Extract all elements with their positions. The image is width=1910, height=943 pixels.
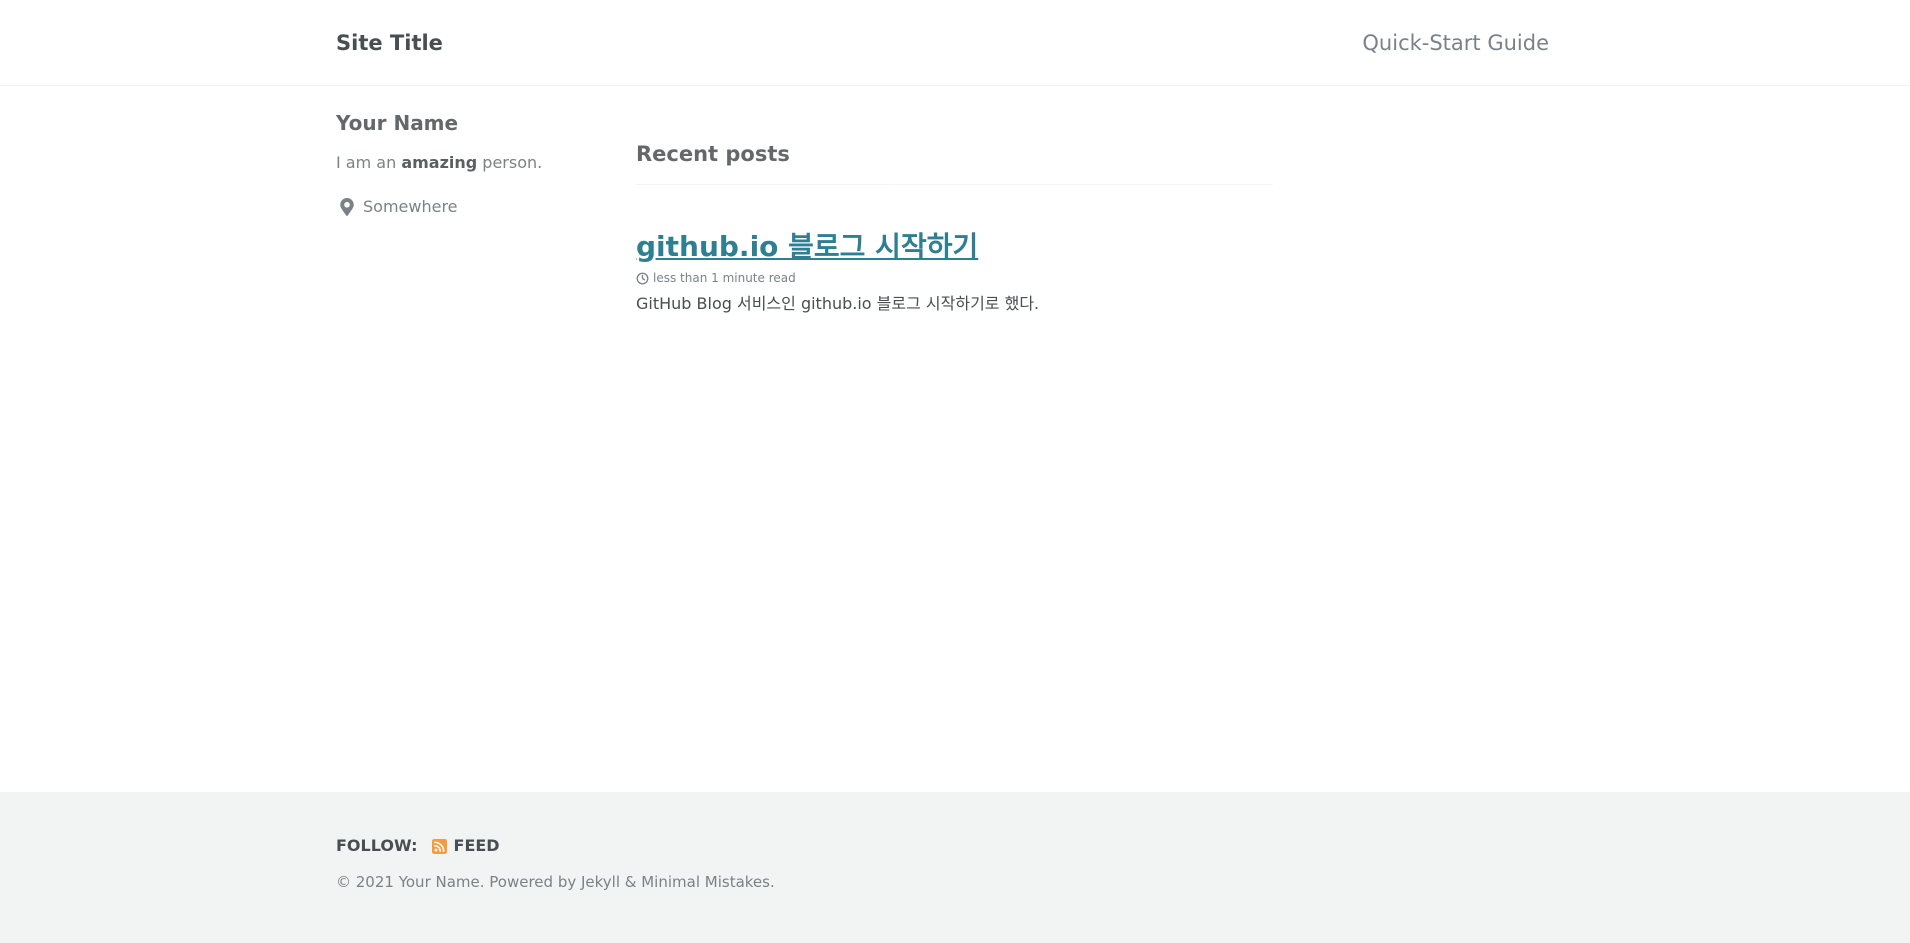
post-excerpt: GitHub Blog 서비스인 github.io 블로그 시작하기로 했다.: [636, 294, 1040, 313]
site-title-link[interactable]: Site Title: [336, 29, 443, 57]
page-footer: FOLLOW: FEED © 2021 Your Name. Powered b…: [0, 792, 1910, 943]
author-bio: I am an amazing person.: [336, 152, 596, 174]
author-bio-prefix: I am an: [336, 153, 402, 172]
author-bio-suffix: person.: [477, 153, 543, 172]
map-marker-icon: [340, 198, 354, 216]
feed-link[interactable]: FEED: [431, 835, 500, 857]
masthead: Site Title Quick-Start Guide: [0, 0, 1910, 86]
author-name: Your Name: [336, 111, 459, 135]
copyright-text: © 2021 Your Name. Powered by Jekyll & Mi…: [336, 873, 775, 891]
rss-icon: [431, 838, 447, 854]
author-sidebar: Your Name I am an amazing person. Somewh…: [336, 108, 596, 218]
follow-row: FOLLOW: FEED: [336, 835, 500, 857]
follow-label: FOLLOW:: [336, 836, 418, 855]
main-content: Recent posts github.io 블로그 시작하기 less tha…: [636, 138, 1273, 315]
author-bio-emphasis: amazing: [401, 153, 478, 172]
read-time: less than 1 minute read: [653, 271, 796, 285]
clock-icon: [636, 272, 649, 284]
nav-link-quick-start-guide[interactable]: Quick-Start Guide: [1362, 29, 1549, 57]
list-item: github.io 블로그 시작하기 less than 1 minute re…: [636, 185, 1273, 315]
author-location: Somewhere: [336, 196, 596, 218]
section-title: Recent posts: [636, 138, 1273, 185]
post-title-link[interactable]: github.io 블로그 시작하기: [636, 229, 978, 265]
post-meta: less than 1 minute read: [636, 270, 1273, 286]
feed-label: FEED: [453, 836, 500, 855]
author-location-text: Somewhere: [363, 197, 458, 216]
